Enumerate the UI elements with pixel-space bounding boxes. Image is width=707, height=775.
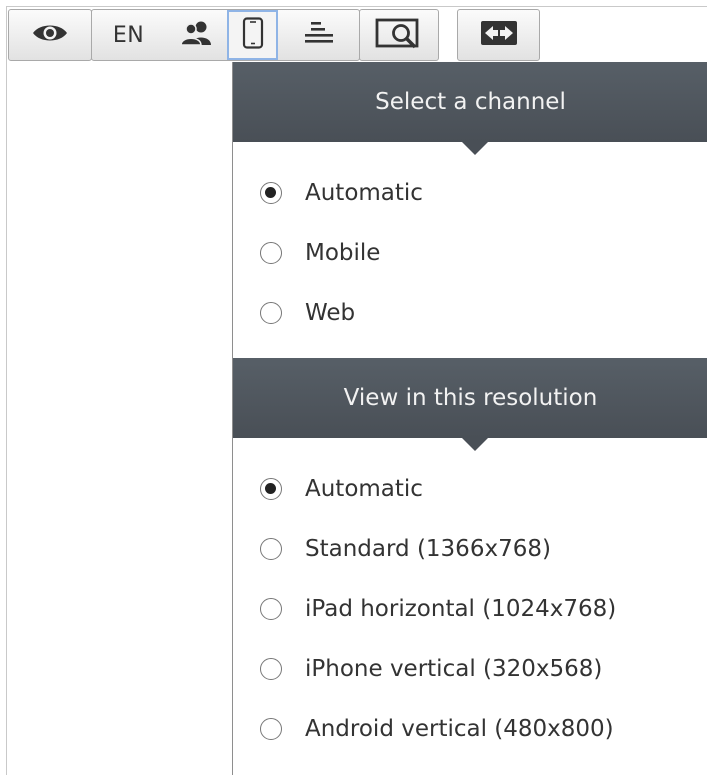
option-label: Automatic (305, 476, 423, 502)
context-button-group: EN (91, 9, 360, 61)
radio-button[interactable] (260, 718, 282, 740)
users-icon (179, 20, 213, 50)
channel-option-mobile[interactable]: Mobile (233, 223, 707, 283)
radio-button[interactable] (260, 478, 282, 500)
option-label: Mobile (305, 240, 381, 266)
option-label: iPhone vertical (320x568) (305, 656, 603, 682)
screen-zoom-button[interactable] (360, 10, 438, 60)
resize-button-group (457, 9, 540, 61)
preview-button-group (8, 9, 92, 61)
resize-horizontal-icon (480, 20, 518, 50)
resolution-option-standard[interactable]: Standard (1366x768) (233, 519, 707, 579)
radio-button[interactable] (260, 182, 282, 204)
option-label: Web (305, 300, 356, 326)
resolution-option-iphone-vertical[interactable]: iPhone vertical (320x568) (233, 639, 707, 699)
device-icon (242, 17, 264, 53)
screen-zoom-icon (375, 17, 423, 53)
option-label: Standard (1366x768) (305, 536, 551, 562)
radio-button[interactable] (260, 598, 282, 620)
zoom-button-group (359, 9, 439, 61)
option-label: iPad horizontal (1024x768) (305, 596, 617, 622)
preview-button[interactable] (9, 10, 91, 60)
channel-header: Select a channel (233, 62, 707, 155)
device-button[interactable] (227, 10, 278, 60)
channel-option-web[interactable]: Web (233, 283, 707, 343)
audience-button[interactable] (165, 10, 227, 60)
eye-icon (31, 22, 69, 48)
list-icon (301, 20, 337, 50)
radio-button[interactable] (260, 242, 282, 264)
resolution-option-android-vertical[interactable]: Android vertical (480x800) (233, 699, 707, 759)
language-button[interactable]: EN (92, 10, 165, 60)
radio-button[interactable] (260, 302, 282, 324)
resolution-option-ipad-horizontal[interactable]: iPad horizontal (1024x768) (233, 579, 707, 639)
language-label: EN (112, 22, 145, 48)
radio-button[interactable] (260, 538, 282, 560)
option-label: Android vertical (480x800) (305, 716, 614, 742)
structure-button[interactable] (278, 10, 359, 60)
resolution-header: View in this resolution (233, 358, 707, 451)
option-label: Automatic (305, 180, 423, 206)
radio-button[interactable] (260, 658, 282, 680)
channel-option-automatic[interactable]: Automatic (233, 163, 707, 223)
preview-options-dropdown: Select a channel Automatic Mobile Web Vi… (232, 62, 707, 775)
resize-button[interactable] (458, 10, 539, 60)
resolution-option-automatic[interactable]: Automatic (233, 459, 707, 519)
